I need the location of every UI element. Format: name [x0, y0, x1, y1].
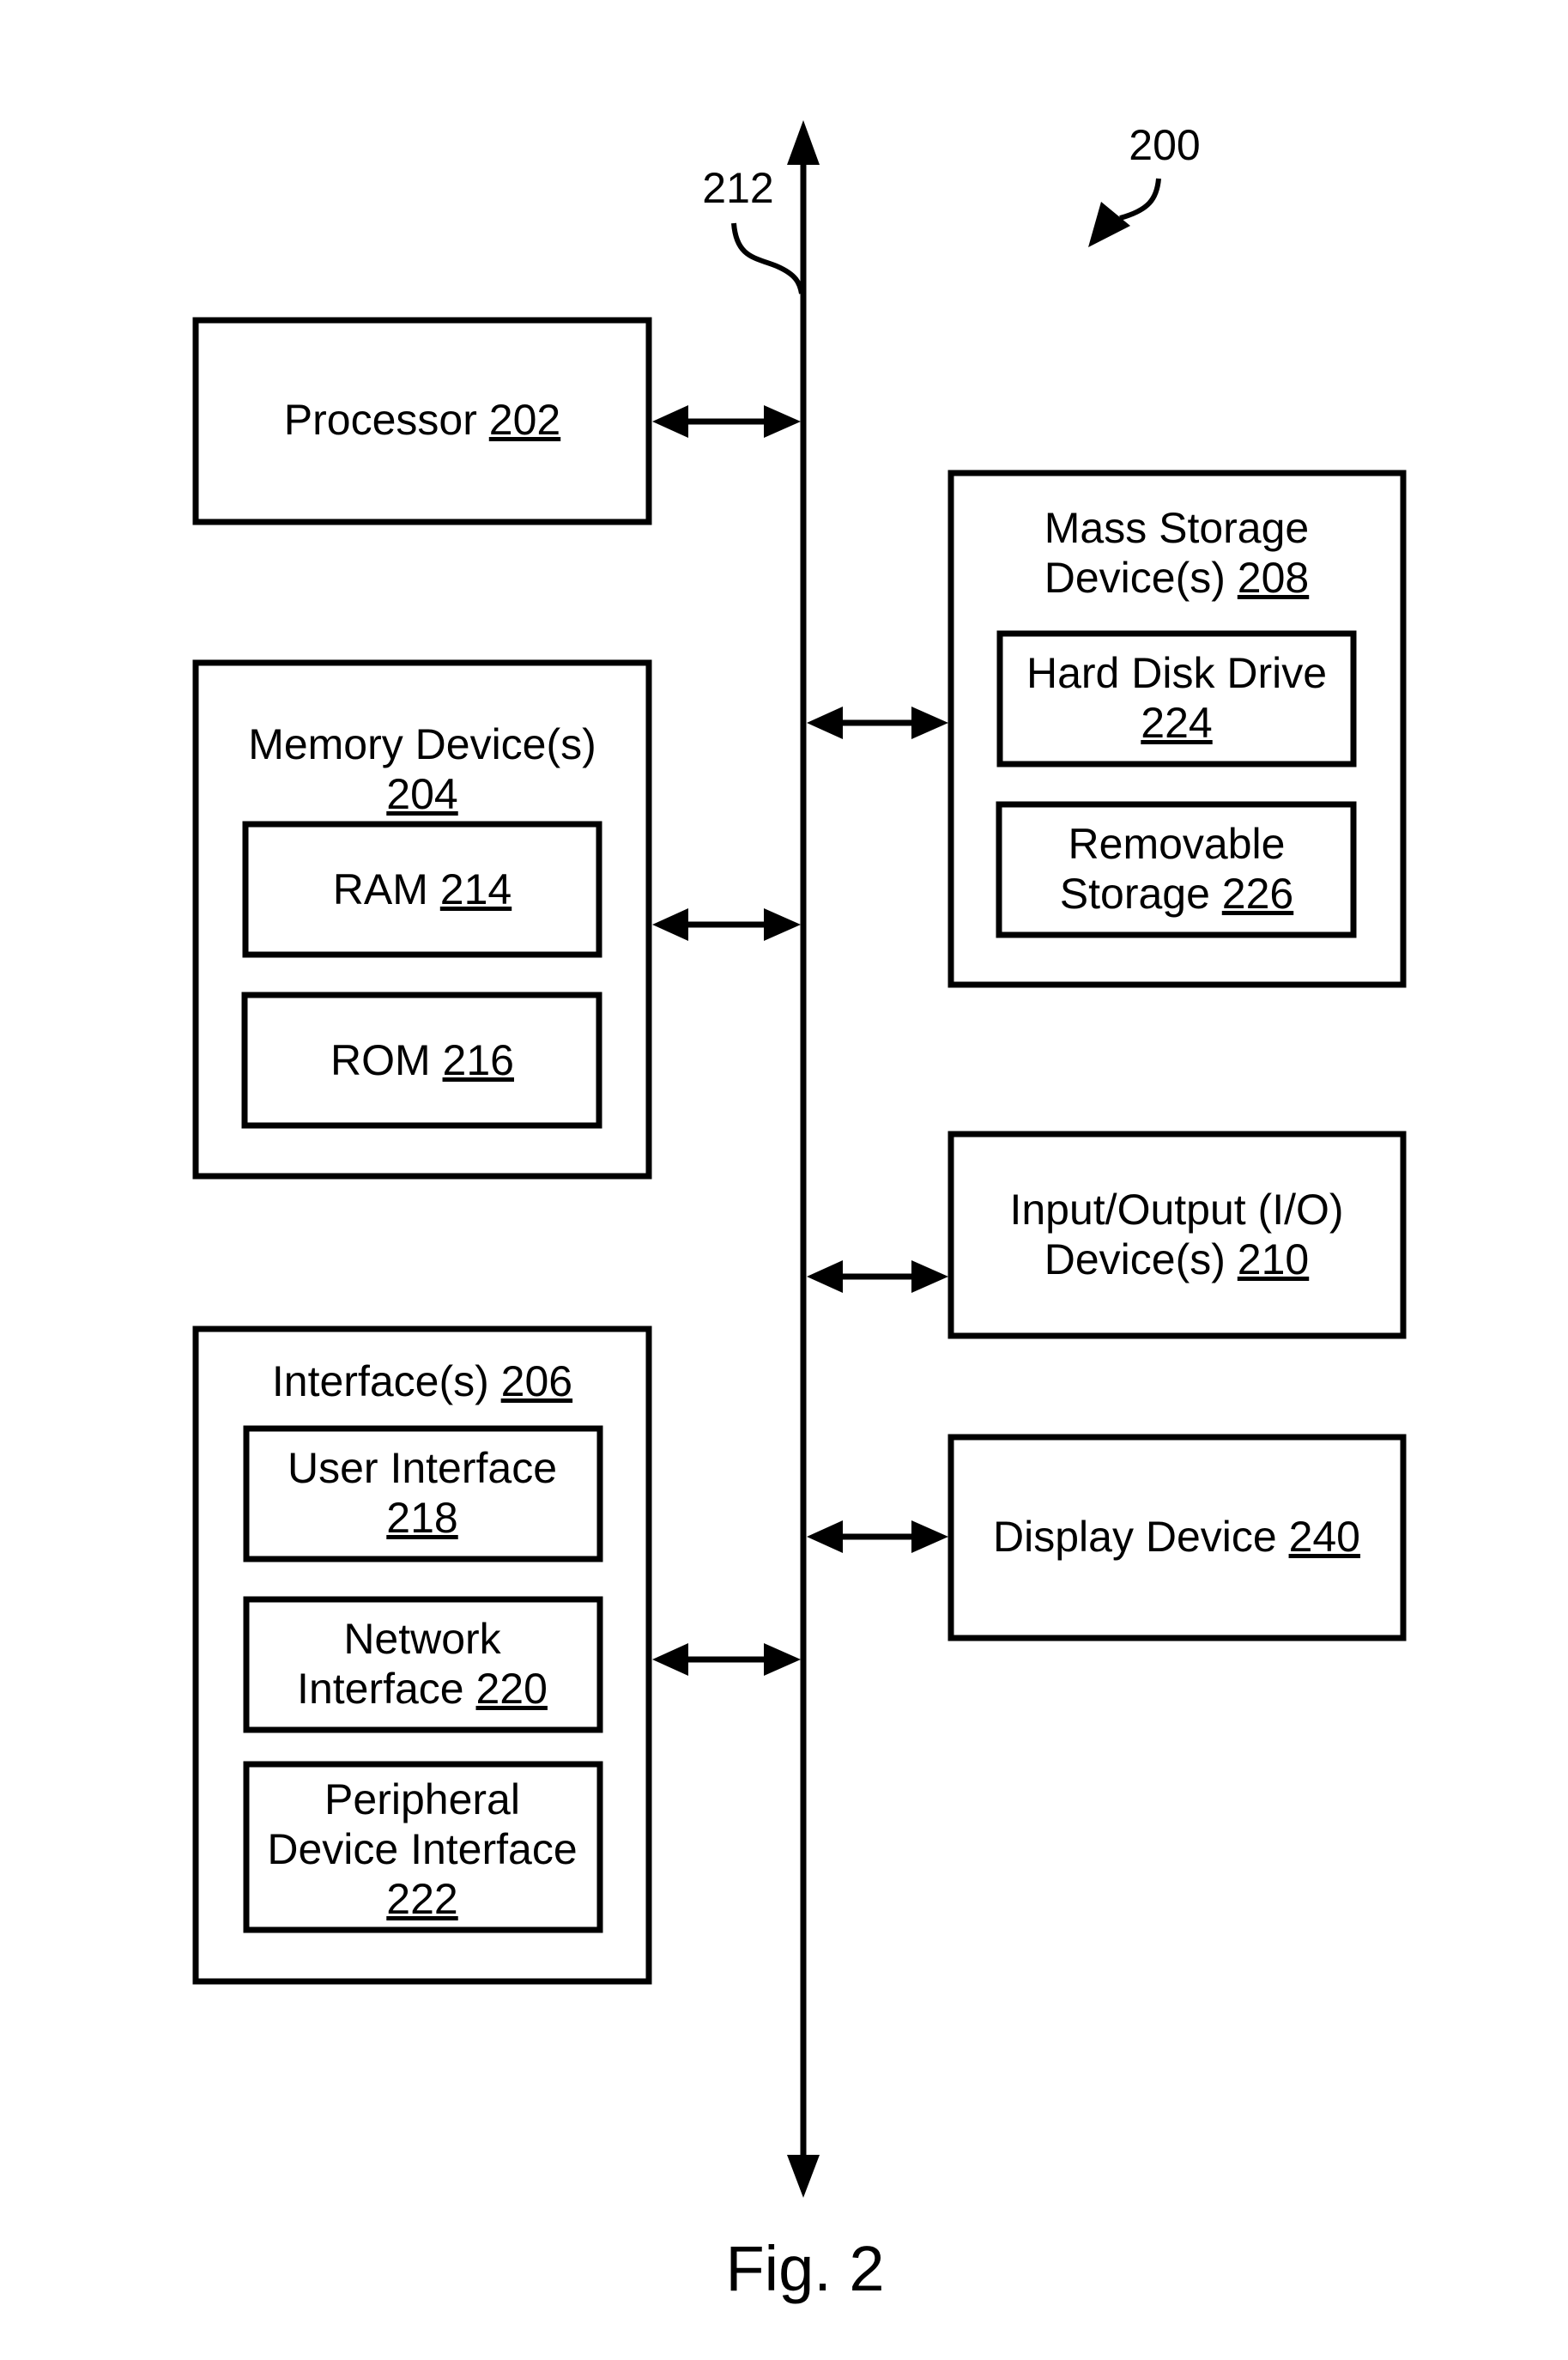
ram-ref: 214 [440, 865, 512, 913]
user-interface-ref: 218 [386, 1494, 457, 1542]
io-bus-connector [807, 1260, 948, 1293]
bus-top-arrowhead-icon [787, 120, 820, 165]
figure-leader-line [1119, 178, 1161, 221]
arrowhead-right-icon [764, 1643, 801, 1676]
interfaces-bus-connector [652, 1643, 801, 1676]
interfaces-block: Interface(s) 206 User Interface 218 Netw… [192, 1326, 652, 1985]
io-devices-label-line2: Device(s) 210 [1044, 1235, 1309, 1283]
computing-device-block-diagram: 212 200 Processor 202 Memory Device(s) 2… [192, 120, 1407, 2304]
bus-bottom-arrowhead-icon [787, 2155, 820, 2198]
mass-storage-block: Mass Storage Device(s) 208 Hard Disk Dri… [947, 470, 1407, 988]
removable-storage-ref: 226 [1222, 870, 1293, 918]
mass-storage-ref: 208 [1238, 554, 1309, 602]
io-devices-ref: 210 [1238, 1235, 1309, 1283]
mass-storage-label-line1: Mass Storage [1044, 504, 1309, 552]
io-devices-label-line1: Input/Output (I/O) [1009, 1186, 1343, 1234]
processor-label: Processor 202 [284, 396, 560, 444]
processor-ref: 202 [489, 396, 560, 444]
rom-label: ROM 216 [330, 1036, 514, 1084]
arrowhead-right-icon [911, 1520, 948, 1553]
network-interface-label-line1: Network [343, 1615, 501, 1663]
bus-leader-line [731, 222, 804, 294]
arrowhead-left-icon [807, 1260, 843, 1293]
processor-block: Processor 202 [192, 317, 652, 525]
display-device-label: Display Device 240 [993, 1513, 1360, 1561]
arrowhead-right-icon [764, 405, 801, 438]
display-device-ref: 240 [1289, 1513, 1360, 1561]
arrowhead-right-icon [911, 707, 948, 739]
arrowhead-right-icon [764, 908, 801, 941]
hard-disk-drive-label: Hard Disk Drive [1026, 649, 1327, 697]
mass-storage-label-line2: Device(s) 208 [1044, 554, 1309, 602]
removable-storage-label-line1: Removable [1069, 820, 1286, 868]
arrowhead-right-icon [911, 1260, 948, 1293]
removable-storage-label-line2: Storage 226 [1060, 870, 1293, 918]
processor-bus-connector [652, 405, 801, 438]
hard-disk-drive-ref: 224 [1141, 699, 1212, 747]
memory-block: Memory Device(s) 204 RAM 214 ROM 216 [192, 659, 652, 1180]
peripheral-interface-ref: 222 [386, 1875, 457, 1923]
ram-label: RAM 214 [333, 865, 512, 913]
memory-bus-connector [652, 908, 801, 941]
bus-reference-label: 212 [702, 164, 773, 212]
rom-ref: 216 [443, 1036, 514, 1084]
network-interface-ref: 220 [476, 1665, 548, 1713]
arrowhead-left-icon [652, 405, 688, 438]
display-device-block: Display Device 240 [947, 1434, 1407, 1641]
mass-storage-bus-connector [807, 707, 948, 739]
interfaces-label: Interface(s) 206 [272, 1357, 572, 1405]
system-bus [787, 120, 820, 2198]
arrowhead-left-icon [807, 707, 843, 739]
display-bus-connector [807, 1520, 948, 1553]
figure-reference-label: 200 [1129, 121, 1200, 169]
user-interface-label: User Interface [288, 1444, 557, 1492]
peripheral-interface-label-line1: Peripheral [324, 1775, 520, 1823]
io-devices-block: Input/Output (I/O) Device(s) 210 [947, 1131, 1407, 1339]
network-interface-label-line2: Interface 220 [297, 1665, 548, 1713]
arrowhead-left-icon [807, 1520, 843, 1553]
figure-caption: Fig. 2 [725, 2233, 884, 2304]
memory-ref: 204 [386, 770, 457, 818]
arrowhead-left-icon [652, 1643, 688, 1676]
interfaces-ref: 206 [501, 1357, 572, 1405]
peripheral-interface-label-line2: Device Interface [267, 1825, 577, 1873]
memory-label: Memory Device(s) [248, 720, 596, 768]
figure-leader-arrowhead-icon [1088, 202, 1130, 247]
arrowhead-left-icon [652, 908, 688, 941]
